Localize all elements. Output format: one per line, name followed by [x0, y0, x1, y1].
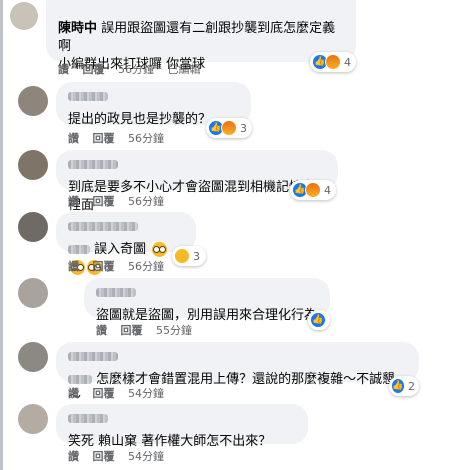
- timestamp[interactable]: 54分鐘: [128, 387, 164, 400]
- like-button[interactable]: 讚: [58, 63, 69, 76]
- thread-line: [0, 0, 3, 470]
- timestamp[interactable]: 56分鐘: [128, 195, 164, 208]
- avatar[interactable]: [18, 212, 48, 242]
- angry-icon: [305, 182, 321, 198]
- like-button[interactable]: 讚: [68, 195, 79, 208]
- like-button[interactable]: 讚: [68, 132, 79, 145]
- reaction-summary[interactable]: 3: [172, 246, 206, 266]
- blurred-author-name: [68, 160, 118, 169]
- reaction-summary[interactable]: 👍 3: [206, 118, 252, 138]
- comment-actions: 讚 回覆 56分鐘: [68, 195, 174, 209]
- avatar[interactable]: [18, 404, 48, 434]
- blurred-author-name: [68, 352, 118, 361]
- avatar[interactable]: [18, 278, 48, 308]
- reaction-summary[interactable]: 👍 4: [290, 180, 336, 200]
- avatar[interactable]: [18, 150, 48, 180]
- blurred-mention: [68, 375, 92, 384]
- angry-icon: [221, 120, 237, 136]
- laugh-icon: [174, 248, 190, 264]
- comment-text: 誤用跟盜圖還有二創跟抄襲到底怎麼定義啊: [58, 21, 336, 54]
- comment-bubble: 怎麼樣才會錯置混用上傳？還說的那麼複雜～不誠懇～: [56, 342, 419, 405]
- comment-actions: 讚 回覆 56分鐘 已編輯: [58, 63, 211, 77]
- timestamp[interactable]: 55分鐘: [156, 324, 192, 337]
- reply-button[interactable]: 回覆: [121, 324, 143, 337]
- like-button[interactable]: 讚: [68, 387, 79, 400]
- avatar[interactable]: [18, 342, 48, 372]
- avatar[interactable]: [10, 2, 38, 30]
- like-button[interactable]: 讚: [68, 450, 79, 463]
- timestamp[interactable]: 56分鐘: [128, 132, 164, 145]
- blurred-author-name: [96, 288, 136, 297]
- reply-button[interactable]: 回覆: [93, 132, 115, 145]
- comment-text: 笑死 賴山窠 著作權大師怎不出來？: [68, 434, 272, 449]
- comment-bubble: 陳時中 誤用跟盜圖還有二創跟抄襲到底怎麼定義啊 小編群出來打球囉 你當球: [46, 0, 356, 72]
- comment-bubble: 誤入奇圖: [56, 212, 196, 275]
- like-button[interactable]: 讚: [96, 324, 107, 337]
- reply-button[interactable]: 回覆: [93, 260, 115, 273]
- reaction-count: 4: [344, 55, 351, 69]
- reply-button[interactable]: 回覆: [93, 387, 115, 400]
- comment-author[interactable]: 陳時中: [58, 21, 97, 36]
- comment-actions: 讚 回覆 54分鐘: [68, 450, 174, 464]
- comment-actions: 讚 回覆 56分鐘: [68, 132, 174, 146]
- edited-label: 已編輯: [167, 63, 201, 76]
- reaction-count: 2: [408, 379, 415, 393]
- like-icon: 👍: [310, 312, 326, 328]
- comment-text: 誤入奇圖: [94, 242, 147, 257]
- like-button[interactable]: 讚: [68, 260, 79, 273]
- comment-actions: 讚 回覆 54分鐘: [68, 387, 174, 401]
- blurred-author-name: [68, 222, 138, 231]
- reply-button[interactable]: 回覆: [93, 450, 115, 463]
- comment-text: 盜圖就是盜圖，別用誤用來合理化行為: [96, 308, 318, 323]
- like-icon: 👍: [391, 378, 405, 394]
- comment-actions: 讚 回覆 55分鐘: [96, 324, 202, 338]
- timestamp[interactable]: 56分鐘: [128, 260, 164, 273]
- blurred-mention: [68, 245, 90, 254]
- comment-text: 提出的政見也是抄襲的？: [68, 112, 212, 127]
- reaction-summary[interactable]: 👍 4: [310, 52, 356, 72]
- reaction-count: 3: [193, 249, 200, 263]
- reply-button[interactable]: 回覆: [93, 195, 115, 208]
- timestamp[interactable]: 54分鐘: [128, 450, 164, 463]
- blurred-author-name: [68, 414, 108, 423]
- avatar[interactable]: [18, 86, 48, 116]
- comment-bubble: 盜圖就是盜圖，別用誤用來合理化行為: [84, 278, 330, 323]
- timestamp[interactable]: 56分鐘: [118, 63, 154, 76]
- reply-button[interactable]: 回覆: [83, 63, 105, 76]
- reaction-count: 4: [324, 183, 331, 197]
- angry-icon: [325, 54, 341, 70]
- emoji-icon: [152, 242, 168, 257]
- reaction-count: 3: [240, 121, 247, 135]
- blurred-author-name: [68, 92, 108, 101]
- reaction-summary[interactable]: 👍 2: [389, 376, 419, 396]
- reaction-summary[interactable]: 👍: [308, 310, 330, 330]
- comment-bubble: 笑死 賴山窠 著作權大師怎不出來？: [56, 404, 308, 449]
- comment-actions: 讚 回覆 56分鐘: [68, 260, 174, 274]
